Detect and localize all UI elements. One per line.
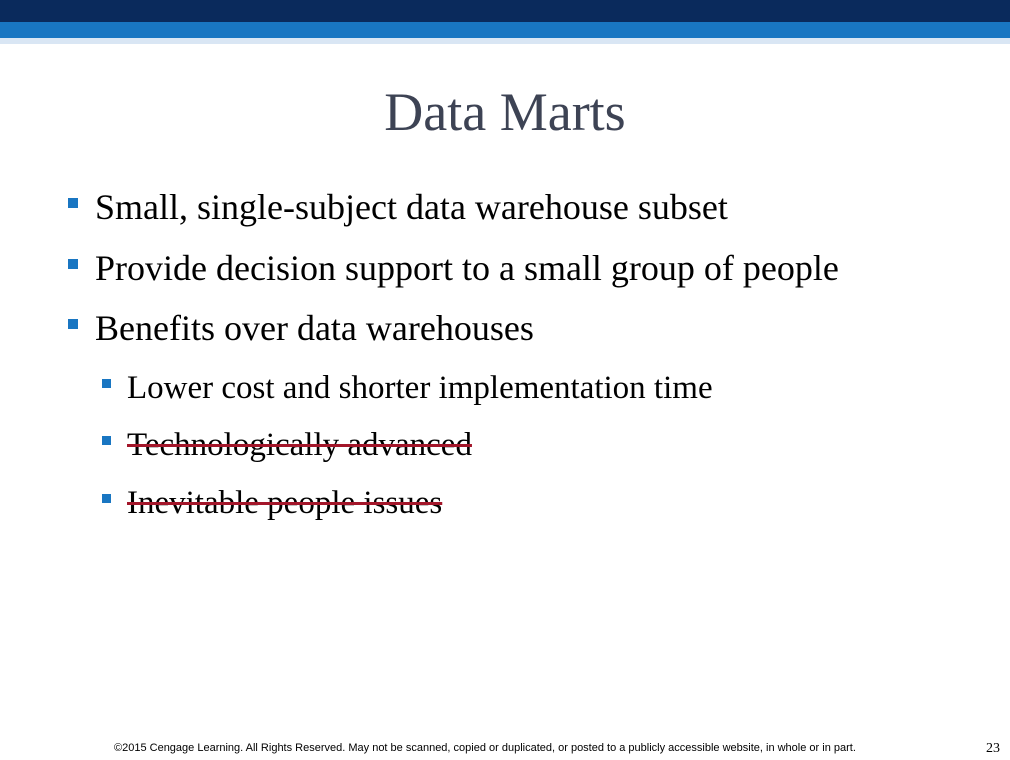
slide-title: Data Marts bbox=[384, 82, 626, 142]
square-bullet-icon bbox=[102, 379, 111, 388]
square-bullet-icon bbox=[68, 259, 78, 269]
sub-bullet-text: Lower cost and shorter implementation ti… bbox=[127, 370, 713, 406]
header-band-dark bbox=[0, 0, 1010, 22]
square-bullet-icon bbox=[68, 319, 78, 329]
struck-sub-bullet-text: Inevitable people issues bbox=[127, 485, 443, 521]
page-number: 23 bbox=[986, 741, 1000, 756]
bullet-text: Benefits over data warehouses bbox=[95, 308, 534, 348]
square-bullet-icon bbox=[68, 198, 78, 208]
bullet-item: Small, single-subject data warehouse sub… bbox=[68, 182, 728, 232]
header-band-light bbox=[0, 38, 1010, 44]
sub-bullet-item: Inevitable people issues bbox=[102, 480, 442, 526]
square-bullet-icon bbox=[102, 494, 111, 503]
sub-bullet-item: Technologically advanced bbox=[102, 422, 472, 468]
struck-sub-bullet-text: Technologically advanced bbox=[127, 427, 472, 463]
square-bullet-icon bbox=[102, 436, 111, 445]
header-band-accent bbox=[0, 22, 1010, 38]
sub-bullet-item: Lower cost and shorter implementation ti… bbox=[102, 365, 713, 411]
bullet-item: Provide decision support to a small grou… bbox=[68, 243, 839, 293]
slide: Data Marts Small, single-subject data wa… bbox=[0, 0, 1010, 760]
bullet-text: Small, single-subject data warehouse sub… bbox=[95, 187, 728, 227]
bullet-text: Provide decision support to a small grou… bbox=[95, 248, 839, 288]
copyright-footer: ©2015 Cengage Learning. All Rights Reser… bbox=[114, 742, 856, 754]
bullet-item: Benefits over data warehouses bbox=[68, 303, 534, 353]
